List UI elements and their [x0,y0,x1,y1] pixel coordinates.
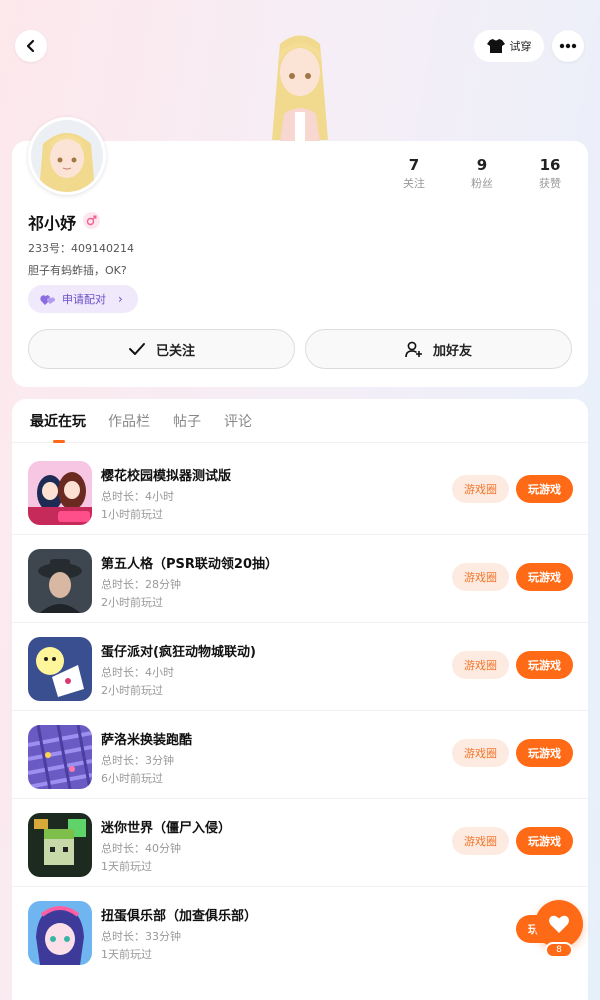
user-id: 233号：409140214 [28,242,134,255]
game-name: 扭蛋俱乐部（加查俱乐部） [101,909,258,924]
try-on-button[interactable]: 试穿 [474,30,544,62]
like-count-badge: 8 [545,942,573,958]
tab-posts[interactable]: 帖子 [173,411,201,431]
game-circle-button[interactable]: 游戏圈 [452,827,509,855]
try-on-label: 试穿 [509,40,532,53]
game-duration: 总时长：28分钟 [101,578,181,591]
add-user-icon [405,341,422,357]
avatar[interactable] [28,117,106,195]
profile-stats: 7 关注 9 粉丝 16 获赞 [384,155,588,195]
profile-tabs: 最近在玩 作品栏 帖子 评论 [12,399,588,443]
play-game-button[interactable]: 玩游戏 [516,827,573,855]
check-icon [128,343,145,355]
tab-recent-playing[interactable]: 最近在玩 [30,411,86,431]
hero-character-image [240,22,360,142]
username: 祁小妤 [28,214,77,233]
game-name: 迷你世界（僵尸入侵） [101,821,232,836]
game-name: 樱花校园模拟器测试版 [101,469,232,484]
game-circle-button[interactable]: 游戏圈 [452,651,509,679]
chevron-right-icon: › [118,292,123,306]
stat-followers[interactable]: 9 粉丝 [452,155,512,193]
add-friend-label: 加好友 [432,343,472,359]
game-last-played: 1小时前玩过 [101,508,163,521]
game-circle-button[interactable]: 游戏圈 [452,739,509,767]
list-item[interactable]: 迷你世界（僵尸入侵） 总时长：40分钟 1天前玩过 游戏圈 玩游戏 [12,799,588,887]
list-item[interactable]: 樱花校园模拟器测试版 总时长：4小时 1小时前玩过 游戏圈 玩游戏 [12,447,588,535]
floating-like-button[interactable] [535,900,583,948]
active-tab-indicator [53,440,65,443]
game-duration: 总时长：3分钟 [101,754,174,767]
game-name: 萨洛米换装跑酷 [101,733,193,748]
apply-pair-button[interactable]: 申请配对 › [28,285,138,313]
game-name: 第五人格（PSR联动领20抽） [101,557,278,572]
game-last-played: 6小时前玩过 [101,772,163,785]
double-heart-icon [40,294,55,305]
game-last-played: 1天前玩过 [101,860,152,873]
shirt-icon [486,39,505,53]
game-icon [28,901,92,965]
game-circle-button[interactable]: 游戏圈 [452,475,509,503]
list-item[interactable]: 第五人格（PSR联动领20抽） 总时长：28分钟 2小时前玩过 游戏圈 玩游戏 [12,535,588,623]
list-item[interactable]: 蛋仔派对(疯狂动物城联动) 总时长：4小时 2小时前玩过 游戏圈 玩游戏 [12,623,588,711]
game-icon [28,461,92,525]
game-icon [28,813,92,877]
game-last-played: 2小时前玩过 [101,684,163,697]
heart-icon [549,915,569,933]
game-icon [28,725,92,789]
game-name: 蛋仔派对(疯狂动物城联动) [101,645,256,660]
game-duration: 总时长：4小时 [101,666,174,679]
followed-button[interactable]: 已关注 [28,329,295,369]
stat-label: 获赞 [539,177,561,190]
game-duration: 总时长：4小时 [101,490,174,503]
stat-value: 7 [408,156,420,174]
apply-pair-label: 申请配对 [62,293,106,306]
game-last-played: 2小时前玩过 [101,596,163,609]
add-friend-button[interactable]: 加好友 [305,329,572,369]
stat-value: 16 [539,156,561,174]
list-item[interactable]: 萨洛米换装跑酷 总时长：3分钟 6小时前玩过 游戏圈 玩游戏 [12,711,588,799]
stat-label: 关注 [403,177,425,190]
game-last-played: 1天前玩过 [101,948,152,961]
game-icon [28,637,92,701]
play-game-button[interactable]: 玩游戏 [516,475,573,503]
game-duration: 总时长：33分钟 [101,930,181,943]
game-duration: 总时长：40分钟 [101,842,181,855]
stat-following[interactable]: 7 关注 [384,155,444,193]
chevron-left-icon [26,39,35,53]
more-dots-icon [559,43,577,49]
female-icon [83,212,100,229]
list-item[interactable]: 扭蛋俱乐部（加查俱乐部） 总时长：33分钟 1天前玩过 玩游戏 [12,887,588,975]
stat-label: 粉丝 [471,177,493,190]
game-circle-button[interactable]: 游戏圈 [452,563,509,591]
play-game-button[interactable]: 玩游戏 [516,651,573,679]
followed-label: 已关注 [155,343,195,359]
play-game-button[interactable]: 玩游戏 [516,563,573,591]
stat-likes[interactable]: 16 获赞 [520,155,580,193]
user-bio: 胆子有蚂蚱插，OK? [28,264,127,277]
tab-works[interactable]: 作品栏 [108,411,150,431]
play-game-button[interactable]: 玩游戏 [516,739,573,767]
back-button[interactable] [15,30,47,62]
game-icon [28,549,92,613]
tab-comments[interactable]: 评论 [224,411,252,431]
more-button[interactable] [552,30,584,62]
stat-value: 9 [476,156,488,174]
